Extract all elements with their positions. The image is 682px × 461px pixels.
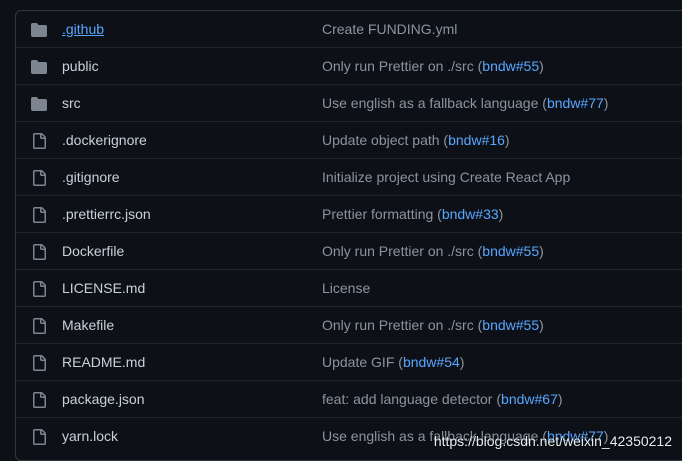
folder-icon (31, 59, 47, 75)
file-name-link[interactable]: .gitignore (62, 169, 120, 185)
commit-message-text[interactable]: Create FUNDING.yml (322, 21, 457, 37)
commit-message[interactable]: Update GIF (bndw#54) (322, 354, 464, 370)
file-icon (31, 392, 47, 408)
commit-message[interactable]: License (322, 280, 370, 296)
commit-message[interactable]: Initialize project using Create React Ap… (322, 169, 570, 185)
file-icon (31, 207, 47, 223)
file-icon (31, 133, 47, 149)
file-icon (31, 355, 47, 371)
commit-message-text[interactable]: Only run Prettier on ./src (322, 58, 474, 74)
commit-message[interactable]: Only run Prettier on ./src (bndw#55) (322, 317, 544, 333)
file-row-makefile[interactable]: Makefile Only run Prettier on ./src (bndw… (16, 307, 682, 344)
file-icon (31, 170, 47, 186)
file-row-dockerignore[interactable]: .dockerignore Update object path (bndw#16… (16, 122, 682, 159)
file-name-link[interactable]: yarn.lock (62, 428, 118, 444)
file-row-license[interactable]: LICENSE.md License (16, 270, 682, 307)
file-icon (31, 244, 47, 260)
file-list-table: .github Create FUNDING.yml public Only run … (15, 10, 682, 461)
commit-message[interactable]: Only run Prettier on ./src (bndw#55) (322, 243, 544, 259)
commit-message-text[interactable]: Only run Prettier on ./src (322, 243, 474, 259)
commit-message-text[interactable]: License (322, 280, 370, 296)
commit-message-text[interactable]: Initialize project using Create React Ap… (322, 169, 570, 185)
commit-message[interactable]: feat: add language detector (bndw#67) (322, 391, 563, 407)
file-icon (31, 318, 47, 334)
file-name-link[interactable]: src (62, 95, 81, 111)
commit-message[interactable]: Update object path (bndw#16) (322, 132, 510, 148)
commit-message-text[interactable]: Update GIF (322, 354, 394, 370)
pull-request-link[interactable]: bndw#54 (403, 354, 460, 370)
file-name-link[interactable]: LICENSE.md (62, 280, 145, 296)
commit-message[interactable]: Only run Prettier on ./src (bndw#55) (322, 58, 544, 74)
file-row-package[interactable]: package.json feat: add language detector … (16, 381, 682, 418)
commit-message-text[interactable]: Prettier formatting (322, 206, 433, 222)
file-name-link[interactable]: package.json (62, 391, 145, 407)
watermark-text: https://blog.csdn.net/weixin_42350212 (433, 433, 672, 449)
file-name-link[interactable]: public (62, 58, 99, 74)
folder-icon (31, 96, 47, 112)
file-name-link[interactable]: Makefile (62, 317, 114, 333)
file-row-gitignore[interactable]: .gitignore Initialize project using Creat… (16, 159, 682, 196)
pull-request-link[interactable]: bndw#77 (547, 95, 604, 111)
file-row-src[interactable]: src Use english as a fallback language (b… (16, 85, 682, 122)
file-row-dockerfile[interactable]: Dockerfile Only run Prettier on ./src (bn… (16, 233, 682, 270)
pull-request-link[interactable]: bndw#33 (442, 206, 499, 222)
pull-request-link[interactable]: bndw#67 (501, 391, 558, 407)
commit-message-text[interactable]: Update object path (322, 132, 440, 148)
file-name-link[interactable]: .dockerignore (62, 132, 147, 148)
file-row-readme[interactable]: README.md Update GIF (bndw#54) (16, 344, 682, 381)
file-row-prettierrc[interactable]: .prettierrc.json Prettier formatting (bnd… (16, 196, 682, 233)
pull-request-link[interactable]: bndw#55 (482, 58, 539, 74)
file-name-link[interactable]: README.md (62, 354, 145, 370)
commit-message-text[interactable]: Use english as a fallback language (322, 95, 538, 111)
commit-message[interactable]: Create FUNDING.yml (322, 21, 457, 37)
file-name-link[interactable]: .github (62, 21, 104, 37)
file-name-link[interactable]: .prettierrc.json (62, 206, 151, 222)
file-icon (31, 281, 47, 297)
file-icon (31, 429, 47, 445)
folder-icon (31, 22, 47, 38)
commit-message-text[interactable]: feat: add language detector (322, 391, 492, 407)
pull-request-link[interactable]: bndw#16 (448, 132, 505, 148)
file-name-link[interactable]: Dockerfile (62, 243, 124, 259)
commit-message-text[interactable]: Only run Prettier on ./src (322, 317, 474, 333)
commit-message[interactable]: Use english as a fallback language (bndw… (322, 95, 608, 111)
file-row-github_dot[interactable]: .github Create FUNDING.yml (16, 11, 682, 48)
file-row-public[interactable]: public Only run Prettier on ./src (bndw#5… (16, 48, 682, 85)
commit-message[interactable]: Prettier formatting (bndw#33) (322, 206, 503, 222)
pull-request-link[interactable]: bndw#55 (482, 243, 539, 259)
pull-request-link[interactable]: bndw#55 (482, 317, 539, 333)
